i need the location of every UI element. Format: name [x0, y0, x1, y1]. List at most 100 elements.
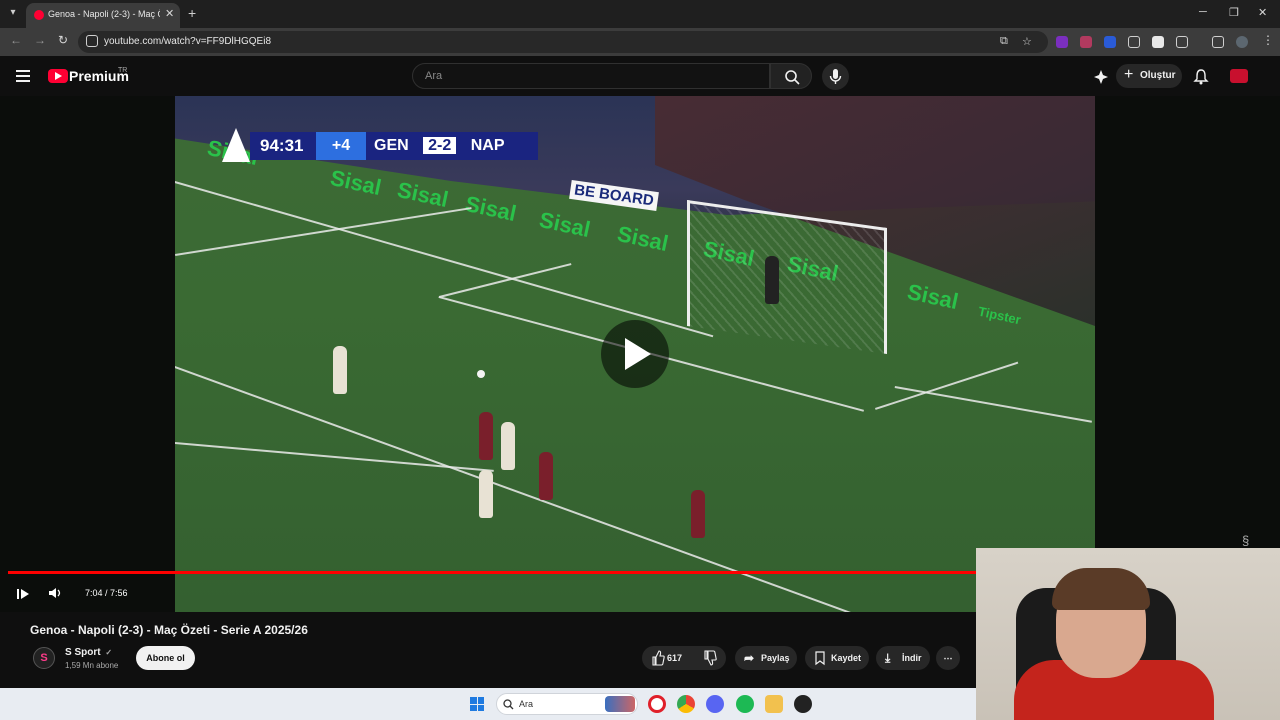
bookmark-icon	[814, 646, 826, 678]
chrome-icon[interactable]	[677, 695, 695, 713]
taskbar-search-box[interactable]: Ara	[496, 693, 638, 715]
video-player[interactable]: Sisal Sisal Sisal Sisal Sisal Sisal Sisa…	[0, 96, 1280, 612]
extension-icon[interactable]	[1104, 36, 1116, 48]
webcam-overlay	[976, 548, 1280, 720]
save-button[interactable]: Kaydet	[805, 646, 869, 670]
play-icon[interactable]	[16, 587, 29, 599]
search-button[interactable]	[770, 63, 812, 89]
player	[479, 412, 493, 460]
download-icon: ⤓	[885, 651, 891, 665]
create-button[interactable]: + Oluştur	[1116, 64, 1182, 88]
search-icon	[503, 699, 514, 710]
browser-menu-icon[interactable]: ⋮	[1262, 33, 1274, 47]
like-count: 617	[667, 653, 683, 663]
windows-start-icon[interactable]	[470, 697, 484, 711]
tab-title: Genoa - Napoli (2-3) - Maç Özeti	[48, 9, 160, 19]
search-placeholder: Ara	[425, 70, 443, 82]
microphone-icon	[829, 69, 842, 84]
ball	[477, 370, 485, 378]
address-bar[interactable]: youtube.com/watch?v=FF9DlHGQEi8 ⧉ ☆	[78, 31, 1048, 53]
spotify-icon[interactable]	[736, 695, 754, 713]
menu-hamburger-icon[interactable]	[16, 70, 30, 82]
like-dislike-group: 617	[642, 646, 726, 670]
channel-name-text: S Sport	[65, 647, 101, 658]
extension-icon[interactable]	[1080, 36, 1092, 48]
download-label: İndir	[902, 653, 922, 663]
explore-icon[interactable]	[1093, 69, 1109, 90]
voice-search-button[interactable]	[822, 63, 849, 90]
install-app-icon[interactable]: ⧉	[1000, 35, 1008, 48]
verified-badge-icon: ✓	[105, 648, 113, 657]
volume-icon[interactable]	[48, 586, 62, 603]
score-teams: GEN 2-2 NAP	[366, 132, 538, 160]
goalkeeper	[765, 256, 779, 304]
more-actions-button[interactable]: ⋯	[936, 646, 960, 670]
channel-watermark-icon: §	[1242, 533, 1250, 548]
forward-arrow-icon[interactable]: →	[34, 33, 46, 47]
ad-board-text: Sisal	[537, 206, 593, 243]
maximize-icon[interactable]: ❐	[1229, 6, 1239, 19]
search-highlight-image	[605, 696, 635, 712]
youtube-logo-icon[interactable]	[48, 69, 68, 83]
plus-icon: +	[1124, 66, 1134, 83]
new-tab-button[interactable]: +	[188, 5, 196, 21]
time-display: 7:04 / 7:56	[85, 588, 128, 598]
hair	[1052, 568, 1150, 610]
share-icon: ➦	[744, 651, 755, 665]
site-info-icon[interactable]	[86, 35, 98, 47]
download-button[interactable]: ⤓ İndir	[876, 646, 930, 670]
back-arrow-icon[interactable]: ←	[10, 33, 22, 47]
share-label: Paylaş	[761, 653, 790, 663]
dislike-button[interactable]	[703, 646, 717, 678]
profile-avatar[interactable]	[1236, 36, 1248, 48]
bookmark-star-icon[interactable]: ☆	[1022, 35, 1032, 48]
subscriber-count: 1,59 Mn abone	[65, 661, 119, 670]
channel-avatar[interactable]: S	[33, 647, 55, 669]
extension-icon[interactable]	[1056, 36, 1068, 48]
video-title: Genoa - Napoli (2-3) - Maç Özeti - Serie…	[30, 623, 308, 637]
thumbs-up-icon	[652, 650, 665, 666]
window-close-icon[interactable]: ✕	[1258, 6, 1267, 19]
discord-icon[interactable]	[706, 695, 724, 713]
progress-bar-fill	[8, 571, 1146, 574]
search-input[interactable]: Ara	[412, 63, 770, 89]
player	[479, 470, 493, 518]
player	[333, 346, 347, 394]
app-icon[interactable]	[794, 695, 812, 713]
browser-tab-bar: ▾ Genoa - Napoli (2-3) - Maç Özeti ✕ + ─…	[0, 0, 1280, 28]
browser-toolbar: ← → ↻ youtube.com/watch?v=FF9DlHGQEi8 ⧉ …	[0, 28, 1280, 56]
ad-board-small-text: Tipster	[976, 303, 1023, 328]
tab-close-icon[interactable]: ✕	[165, 7, 174, 20]
player	[691, 490, 705, 538]
pitch-line	[894, 386, 1092, 423]
search-icon	[785, 70, 800, 85]
big-play-button[interactable]	[601, 320, 669, 388]
reading-list-icon[interactable]	[1212, 36, 1224, 48]
like-button[interactable]	[651, 646, 665, 678]
goal-net	[687, 199, 887, 355]
extensions-puzzle-icon[interactable]	[1176, 36, 1188, 48]
player	[539, 452, 553, 500]
serie-a-logo-icon	[222, 128, 250, 162]
notifications-bell-icon[interactable]	[1193, 68, 1209, 90]
home-team: GEN	[374, 137, 409, 154]
file-explorer-icon[interactable]	[765, 695, 783, 713]
extension-icon[interactable]	[1152, 36, 1164, 48]
channel-name[interactable]: S Sport ✓	[65, 647, 112, 658]
player	[501, 422, 515, 470]
browser-tab-active[interactable]: Genoa - Napoli (2-3) - Maç Özeti ✕	[26, 3, 180, 28]
pitch-line	[175, 442, 494, 472]
youtube-favicon-icon	[34, 10, 44, 20]
pitch-line	[175, 207, 472, 256]
account-avatar[interactable]	[1230, 69, 1248, 83]
tab-search-chevron-icon[interactable]: ▾	[4, 4, 22, 22]
opera-icon[interactable]	[648, 695, 666, 713]
minimize-icon[interactable]: ─	[1199, 6, 1207, 18]
subscribe-button[interactable]: Abone ol	[136, 646, 195, 670]
added-time: +4	[316, 132, 366, 160]
windows-taskbar: Ara	[0, 688, 976, 720]
extension-icon[interactable]	[1128, 36, 1140, 48]
url-text: youtube.com/watch?v=FF9DlHGQEi8	[104, 36, 272, 47]
share-button[interactable]: ➦ Paylaş	[735, 646, 797, 670]
reload-icon[interactable]: ↻	[58, 33, 68, 47]
